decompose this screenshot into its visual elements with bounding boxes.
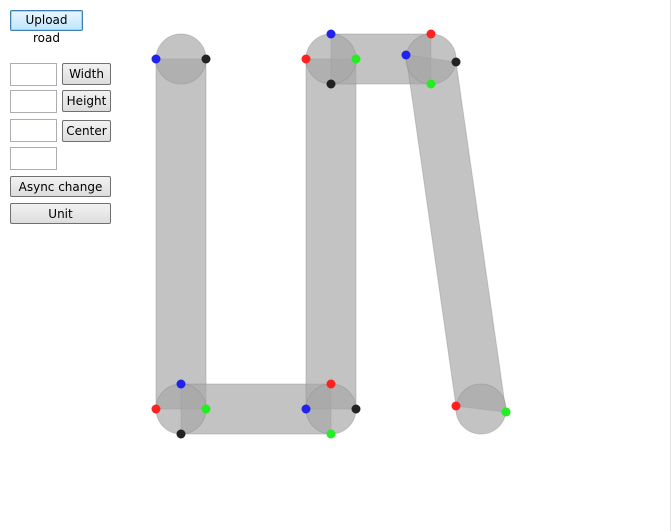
road-joint-1[interactable] (155, 33, 207, 85)
road-joint-3[interactable] (305, 383, 357, 435)
control-point-red[interactable] (326, 379, 336, 389)
control-point-black[interactable] (451, 57, 461, 67)
control-point-green[interactable] (426, 79, 436, 89)
road-joint-4[interactable] (305, 33, 357, 85)
control-point-green[interactable] (351, 54, 361, 64)
road-canvas (151, 29, 511, 439)
control-point-black[interactable] (201, 54, 211, 64)
control-point-red[interactable] (301, 54, 311, 64)
control-point-green[interactable] (501, 407, 511, 417)
control-point-red[interactable] (151, 404, 161, 414)
control-point-blue[interactable] (301, 404, 311, 414)
road-segment-5[interactable] (405, 54, 507, 413)
control-point-green[interactable] (326, 429, 336, 439)
control-point-black[interactable] (351, 404, 361, 414)
control-point-blue[interactable] (151, 54, 161, 64)
control-point-blue[interactable] (401, 50, 411, 60)
control-point-blue[interactable] (176, 379, 186, 389)
control-point-green[interactable] (201, 404, 211, 414)
road-joint-5[interactable] (405, 33, 457, 85)
road-joint-2[interactable] (155, 383, 207, 435)
control-point-black[interactable] (326, 79, 336, 89)
road-segment-1[interactable] (155, 58, 207, 410)
road-segment-3[interactable] (305, 58, 357, 410)
control-point-red[interactable] (426, 29, 436, 39)
control-point-blue[interactable] (326, 29, 336, 39)
road-joint-6[interactable] (455, 383, 507, 435)
control-point-black[interactable] (176, 429, 186, 439)
road-segments (155, 33, 507, 435)
control-point-red[interactable] (451, 401, 461, 411)
